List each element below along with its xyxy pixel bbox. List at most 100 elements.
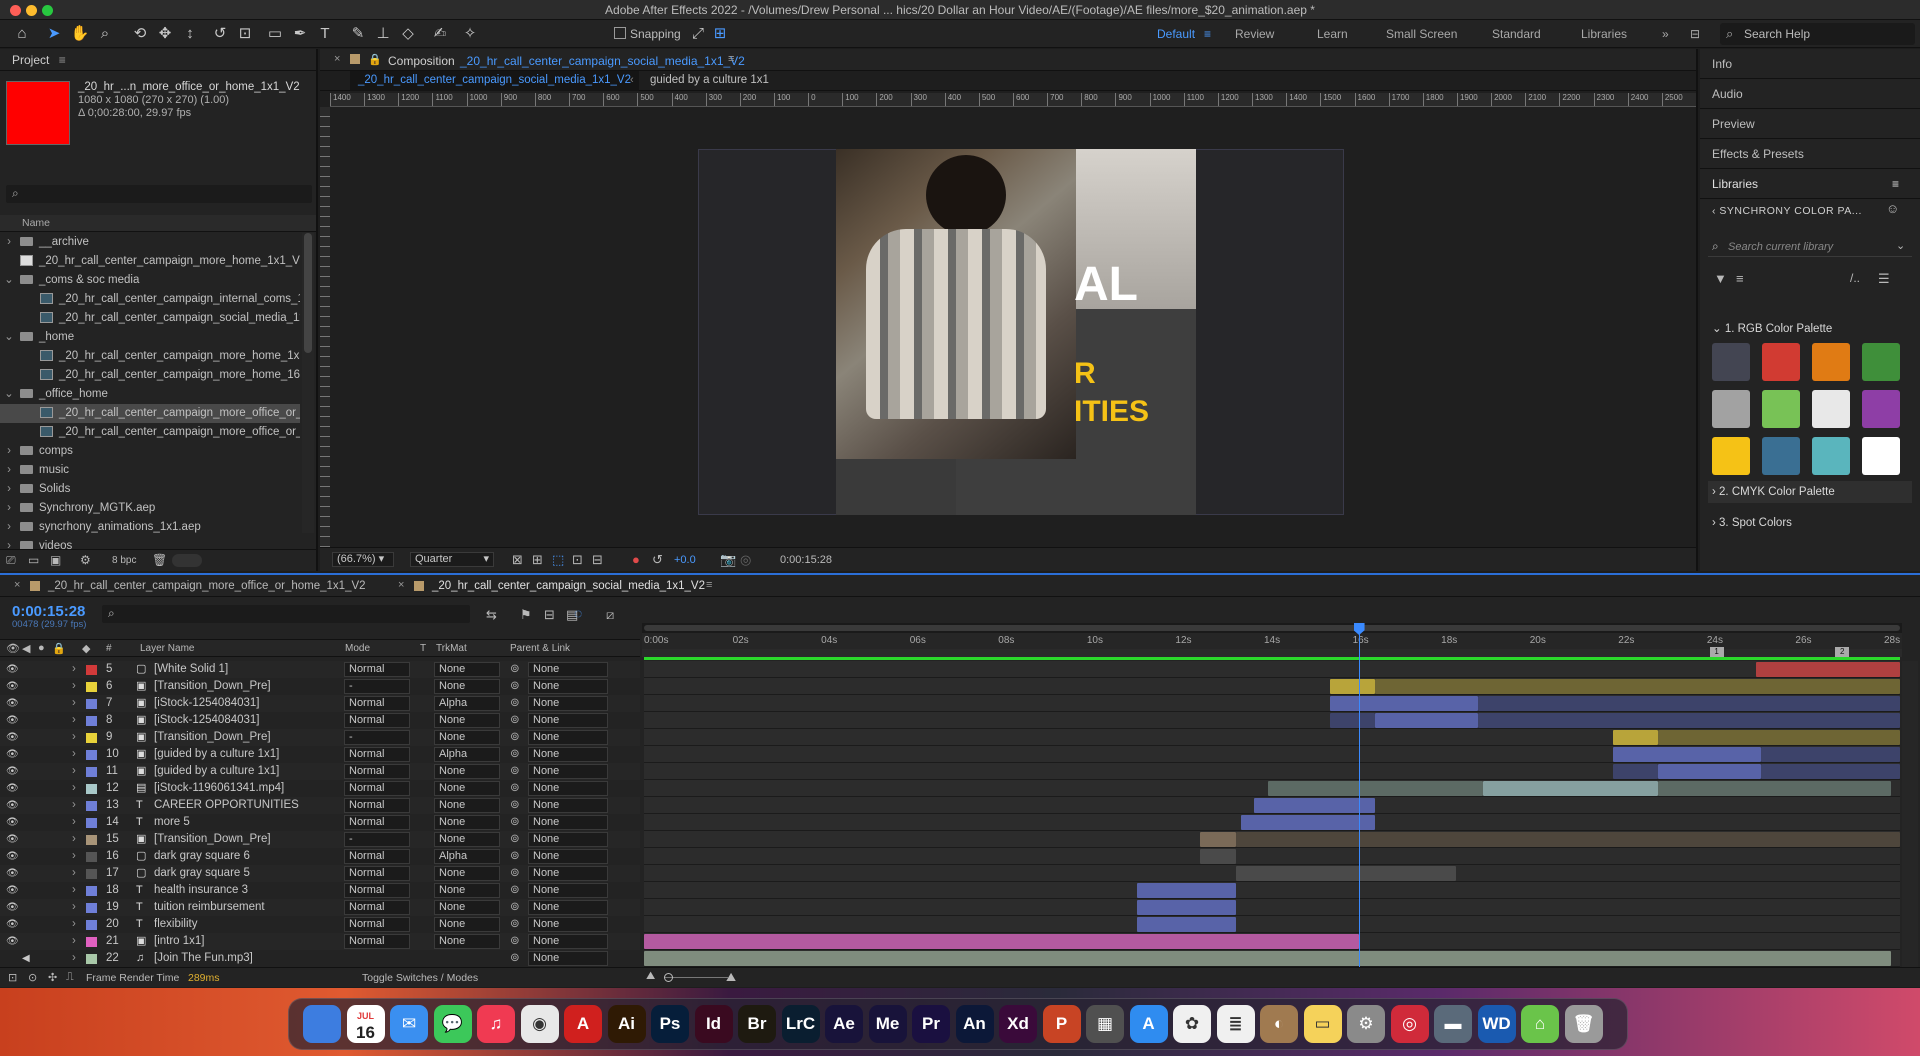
pick-whip-icon[interactable]: ⊚ xyxy=(510,848,520,865)
chevron-down-icon[interactable]: ⌄ xyxy=(2,271,16,290)
project-item[interactable]: › __archive xyxy=(0,233,300,252)
label-color[interactable] xyxy=(86,852,97,862)
blend-mode-dropdown[interactable]: - xyxy=(344,679,410,694)
orbit-tool-icon[interactable]: ⟲ xyxy=(130,24,150,44)
layer-track[interactable] xyxy=(644,797,1900,814)
chevron-right-icon[interactable]: › xyxy=(72,916,76,933)
pick-whip-icon[interactable]: ⊚ xyxy=(510,950,520,967)
lock-toggle-icon[interactable]: 🔒 xyxy=(52,642,66,655)
eye-icon[interactable]: 👁 xyxy=(6,678,19,695)
pick-whip-icon[interactable]: ⊚ xyxy=(510,678,520,695)
time-zoom-slider[interactable] xyxy=(664,977,728,978)
layer-row[interactable]: 👁 › 17 ▢ dark gray square 5 Normal None ⊚ None xyxy=(0,865,640,882)
blend-mode-dropdown[interactable]: Normal xyxy=(344,917,410,932)
thumbnail-toggle[interactable] xyxy=(172,554,202,567)
panel-menu-icon[interactable]: ≡ xyxy=(1892,169,1899,199)
eye-icon[interactable]: 👁 xyxy=(6,746,19,763)
layer-duration-bar[interactable] xyxy=(1612,747,1761,762)
clone-tool-icon[interactable]: ⊥ xyxy=(373,24,393,44)
layer-duration-bar[interactable] xyxy=(1657,764,1761,779)
layer-duration-bar[interactable] xyxy=(1330,696,1479,711)
preserve-transparency-header[interactable]: T xyxy=(420,643,426,654)
workspace-default[interactable]: Default xyxy=(1157,27,1195,41)
pick-whip-icon[interactable]: ⊚ xyxy=(510,797,520,814)
label-color[interactable] xyxy=(86,835,97,845)
library-selector[interactable]: ‹ SYNCHRONY COLOR PA... xyxy=(1712,205,1862,217)
parent-dropdown[interactable]: None xyxy=(528,832,608,847)
video-toggle-icon[interactable]: 👁 xyxy=(6,642,20,655)
parent-dropdown[interactable]: None xyxy=(528,900,608,915)
pick-whip-icon[interactable]: ⊚ xyxy=(510,661,520,678)
eye-icon[interactable]: 👁 xyxy=(6,661,19,678)
mask-visibility-icon[interactable]: ⬚ xyxy=(552,552,564,568)
layer-track[interactable] xyxy=(644,780,1900,797)
label-color[interactable] xyxy=(86,767,97,777)
transfer-controls-icon[interactable]: ⊙ xyxy=(28,971,37,984)
blend-mode-dropdown[interactable]: - xyxy=(344,832,410,847)
eye-icon[interactable]: 👁 xyxy=(6,882,19,899)
wd-icon[interactable]: WD xyxy=(1477,1005,1516,1043)
time-stretch-icon[interactable]: ⎍ xyxy=(66,971,74,984)
parent-link-header[interactable]: Parent & Link xyxy=(510,643,570,654)
fast-preview-icon[interactable]: ⊠ xyxy=(512,552,523,568)
layer-row[interactable]: 👁 › 16 ▢ dark gray square 6 Normal Alpha ⊚ None xyxy=(0,848,640,865)
pick-whip-icon[interactable]: ⊚ xyxy=(510,814,520,831)
acrobat-icon[interactable]: A xyxy=(564,1005,602,1043)
layer-row[interactable]: 👁 › 6 ▣ [Transition_Down_Pre] - None ⊚ None xyxy=(0,678,640,695)
snapping-checkbox[interactable] xyxy=(614,27,626,39)
chevron-right-icon[interactable]: › xyxy=(72,882,76,899)
rgb-palette-group[interactable]: ⌄ 1. RGB Color Palette xyxy=(1712,321,1832,335)
layer-track[interactable] xyxy=(644,916,1900,933)
parent-dropdown[interactable]: None xyxy=(528,696,608,711)
close-window-icon[interactable] xyxy=(10,5,21,16)
blend-mode-dropdown[interactable]: Normal xyxy=(344,866,410,881)
puppet-tool-icon[interactable]: ✧ xyxy=(460,24,480,44)
parent-dropdown[interactable]: None xyxy=(528,917,608,932)
snap-options-icon[interactable]: ⤢ xyxy=(688,24,708,44)
pick-whip-icon[interactable]: ⊚ xyxy=(510,916,520,933)
timeline-search-field[interactable]: ⌕ xyxy=(102,605,470,623)
project-scrollbar[interactable] xyxy=(302,233,314,533)
contacts-icon[interactable]: ◐ xyxy=(1260,1005,1298,1043)
label-color[interactable] xyxy=(86,886,97,896)
label-color[interactable] xyxy=(86,920,97,930)
chevron-right-icon[interactable]: › xyxy=(2,442,16,461)
layer-duration-bar[interactable] xyxy=(1612,764,1658,779)
pick-whip-icon[interactable]: ⊚ xyxy=(510,899,520,916)
project-item[interactable]: _20_hr_call_center_campaign_more_home_1x… xyxy=(0,347,300,366)
calendar-icon[interactable]: JUL 16 xyxy=(346,1005,385,1043)
hand-tool-icon[interactable]: ✋ xyxy=(70,24,90,44)
layer-duration-bar[interactable] xyxy=(1375,713,1479,728)
panel-menu-icon[interactable]: ≡ xyxy=(59,53,66,67)
speaker-icon[interactable]: ◀ xyxy=(22,950,30,967)
pick-whip-icon[interactable]: ⊚ xyxy=(510,831,520,848)
blend-mode-dropdown[interactable]: Normal xyxy=(344,662,410,677)
layer-duration-bar[interactable] xyxy=(1760,747,1900,762)
layer-duration-bar[interactable] xyxy=(1137,883,1237,898)
workspace-panel-icon[interactable]: ⊟ xyxy=(1690,27,1700,41)
label-column-icon[interactable]: ◆ xyxy=(82,642,90,655)
trash-icon[interactable]: 🗑 xyxy=(1564,1005,1603,1043)
layer-duration-bar[interactable] xyxy=(644,951,1892,966)
workspace-standard[interactable]: Standard xyxy=(1492,27,1541,41)
chevron-right-icon[interactable]: › xyxy=(72,899,76,916)
chevron-right-icon[interactable]: › xyxy=(72,729,76,746)
interpret-footage-icon[interactable]: ⎚ xyxy=(6,553,16,568)
chevron-right-icon[interactable]: › xyxy=(72,797,76,814)
chevron-right-icon[interactable]: › xyxy=(72,814,76,831)
in-out-icon[interactable]: ✣ xyxy=(48,971,57,984)
layer-duration-bar[interactable] xyxy=(1236,832,1900,847)
label-color[interactable] xyxy=(86,716,97,726)
layer-duration-bar[interactable] xyxy=(1254,798,1376,813)
chevron-right-icon[interactable]: › xyxy=(72,933,76,950)
layer-row[interactable]: 👁 › 21 ▣ [intro 1x1] Normal None ⊚ None xyxy=(0,933,640,950)
eye-icon[interactable]: 👁 xyxy=(6,712,19,729)
layer-track[interactable] xyxy=(644,729,1900,746)
layer-row[interactable]: 👁 › 18 Thealth insurance 3 Normal None ⊚ None xyxy=(0,882,640,899)
label-color[interactable] xyxy=(86,733,97,743)
minimize-window-icon[interactable] xyxy=(26,5,37,16)
layer-row[interactable]: 👁 › 7 ▣ [iStock-1254084031] Normal Alpha ⊚ None xyxy=(0,695,640,712)
brush-tool-icon[interactable]: ✎ xyxy=(348,24,368,44)
pick-whip-icon[interactable]: ⊚ xyxy=(510,729,520,746)
blend-mode-dropdown[interactable]: - xyxy=(344,730,410,745)
